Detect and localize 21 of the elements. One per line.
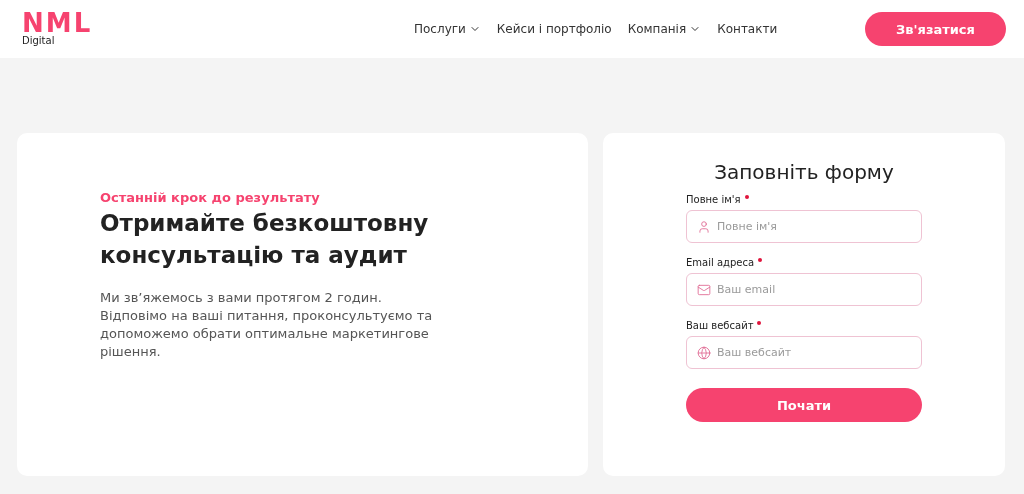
- eyebrow-text: Останній крок до результату: [100, 190, 321, 205]
- logo[interactable]: NML: [22, 11, 414, 35]
- nav-link[interactable]: Кейси і портфоліо: [496, 22, 612, 36]
- submit-button[interactable]: Почати: [686, 388, 922, 422]
- field-label: Email адреса: [686, 257, 755, 268]
- nav-link[interactable]: Послуги: [414, 22, 481, 36]
- form-title: Заповніть форму: [713, 160, 895, 184]
- envelope-icon: [697, 283, 711, 297]
- person-icon: [697, 220, 711, 234]
- globe-icon: [697, 346, 711, 360]
- field-label: Повне ім'я: [686, 194, 741, 205]
- input-field[interactable]: Ваш вебсайт: [686, 336, 922, 369]
- nav-link[interactable]: Контакти: [717, 22, 778, 36]
- contact-button[interactable]: Зв'язатися: [865, 12, 1006, 46]
- description: Ми зв’яжемось з вами протягом 2 годин. Відповімо на ваші питання, проконсультуємо та допоможемо обрати оптимальне маркетингове рішення.: [100, 289, 434, 361]
- field-label: Ваш вебсайт: [686, 320, 754, 331]
- input-field[interactable]: Ваш email: [686, 273, 922, 306]
- nav-link[interactable]: Компанія: [627, 22, 702, 36]
- heading: Отримайте безкоштовну консультацію та аудит: [100, 209, 430, 270]
- input-field[interactable]: Повне ім'я: [686, 210, 922, 243]
- logo-subtitle: Digital: [22, 35, 56, 47]
